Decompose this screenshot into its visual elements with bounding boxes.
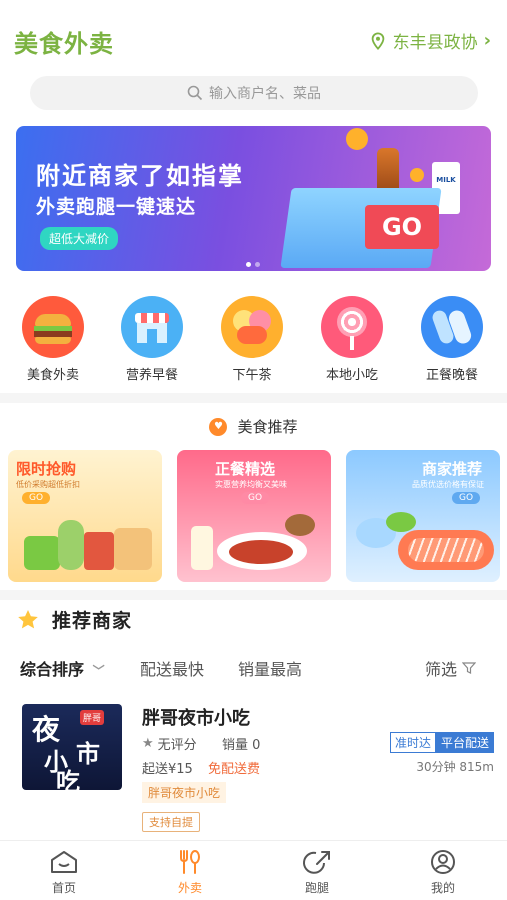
category-breakfast[interactable]: 营养早餐 [104, 296, 200, 383]
tab-label: 跑腿 [304, 881, 329, 895]
utensils-icon [180, 850, 200, 874]
card-flash-sale[interactable]: 限时抢购 低价采购超低折扣 GO [8, 450, 162, 582]
pagination-dot [246, 262, 251, 267]
banner-promo-badge: 超低大减价 [40, 227, 119, 250]
sort-option-top-sales[interactable]: 销量最高 [238, 656, 302, 680]
sort-option-fastest[interactable]: 配送最快 [140, 656, 204, 680]
pickup-badge: 支持自提 [142, 812, 200, 832]
recommended-merchants-heading: 推荐商家 [16, 606, 132, 633]
chevron-down-icon: ﹀ [92, 664, 105, 678]
shop-tag: 胖哥夜市小吃 [142, 782, 227, 803]
star-icon: ★ [142, 736, 154, 751]
card-subtitle: 低价采购超低折扣 [16, 480, 80, 489]
search-input[interactable]: 输入商户名、菜品 [30, 76, 478, 110]
coin-decoration [410, 168, 424, 182]
pagination-dot [255, 262, 260, 267]
chevron-right-icon: › [483, 30, 491, 51]
tab-label: 我的 [430, 881, 455, 895]
search-icon [187, 85, 203, 101]
card-title: 正餐精选 [215, 460, 276, 478]
banner-headline: 附近商家了如指掌 [36, 162, 244, 190]
merchant-card[interactable]: 夜 胖哥 市 小 吃 胖哥夜市小吃 ★ 无评分 销量 0 准时达 平台配送 起送… [22, 700, 494, 834]
card-subtitle: 品质优选价格有保证 [412, 480, 484, 489]
category-label: 营养早餐 [125, 368, 178, 383]
star-icon [18, 609, 38, 628]
card-go-button[interactable]: GO [452, 492, 481, 504]
tab-home[interactable]: 首页 [24, 849, 104, 896]
tab-label: 外卖 [177, 881, 202, 895]
vegetables-decoration [18, 512, 158, 572]
card-title: 限时抢购 [16, 460, 77, 478]
banner-subheadline: 外卖跑腿一键速达 [36, 196, 197, 218]
section-divider [0, 590, 507, 600]
section-divider [0, 393, 507, 403]
category-afternoon-tea[interactable]: 下午茶 [204, 296, 300, 383]
delivery-eta: 30分钟 815m [416, 760, 494, 774]
merchant-thumbnail: 夜 胖哥 市 小 吃 [22, 704, 122, 790]
lollipop-icon [321, 296, 383, 358]
seafood-decoration [187, 512, 327, 574]
on-time-tag: 准时达 [389, 732, 436, 753]
sort-option-overall[interactable]: 综合排序 ﹀ [20, 656, 105, 680]
banner-pagination [246, 262, 260, 267]
merchant-rating: ★ 无评分 [142, 734, 197, 753]
coin-decoration [346, 128, 368, 150]
category-local-snacks[interactable]: 本地小吃 [304, 296, 400, 383]
card-dinner-select[interactable]: 正餐精选 实惠营养均衡又美味 GO [177, 450, 331, 582]
delivery-tags: 准时达 平台配送 [389, 732, 494, 753]
thumb-char: 吃 [56, 768, 80, 790]
card-subtitle: 实惠营养均衡又美味 [215, 480, 287, 489]
profile-icon [431, 850, 455, 874]
recommend-cards: 限时抢购 低价采购超低折扣 GO 正餐精选 实惠营养均衡又美味 GO 商家推荐 … [8, 450, 502, 582]
filter-label: 筛选 [425, 660, 458, 679]
tab-takeout[interactable]: 外卖 [150, 849, 230, 896]
tab-profile[interactable]: 我的 [403, 849, 483, 896]
location-label: 东丰县政协 [392, 33, 478, 53]
sort-label: 综合排序 [20, 660, 85, 679]
tab-errand[interactable]: 跑腿 [277, 849, 357, 896]
category-label: 正餐晚餐 [425, 368, 478, 383]
food-recommend-title: 美食推荐 [237, 418, 298, 436]
category-label: 美食外卖 [26, 368, 79, 383]
shop-icon [121, 296, 183, 358]
merchant-name: 胖哥夜市小吃 [142, 708, 250, 729]
merchant-sales: 销量 0 [222, 738, 261, 753]
search-placeholder: 输入商户名、菜品 [209, 86, 321, 102]
card-go-button[interactable]: GO [22, 492, 51, 504]
sort-bar: 综合排序 ﹀ 配送最快 销量最高 筛选 [20, 656, 490, 680]
category-food-delivery[interactable]: 美食外卖 [5, 296, 101, 383]
promo-banner[interactable]: 附近商家了如指掌 外卖跑腿一键速达 超低大减价 MILK GO [16, 126, 491, 271]
heart-icon: ♥ [209, 417, 228, 436]
go-sign: GO [365, 205, 439, 249]
home-icon [51, 851, 77, 873]
rating-text: 无评分 [157, 738, 197, 753]
app-title: 美食外卖 [14, 30, 114, 58]
category-dinner[interactable]: 正餐晚餐 [404, 296, 500, 383]
category-label: 本地小吃 [325, 368, 378, 383]
filter-button[interactable]: 筛选 [425, 656, 477, 680]
platform-delivery-tag: 平台配送 [435, 732, 494, 753]
dinner-icon [421, 296, 483, 358]
merchants-title: 推荐商家 [52, 610, 133, 632]
filter-icon [462, 662, 477, 674]
macaron-icon [221, 296, 283, 358]
salmon-decoration [350, 506, 496, 576]
burger-icon [22, 296, 84, 358]
category-grid: 美食外卖 营养早餐 下午茶 本地小吃 正餐晚餐 [0, 296, 507, 386]
category-label: 下午茶 [232, 368, 272, 383]
location-pin-icon [371, 31, 384, 50]
location-selector[interactable]: 东丰县政协 › [369, 28, 491, 53]
food-recommend-heading: ♥ 美食推荐 [0, 416, 507, 437]
card-merchant-recommend[interactable]: 商家推荐 品质优选价格有保证 GO [346, 450, 500, 582]
thumb-badge: 胖哥 [80, 710, 105, 725]
header: 美食外卖 东丰县政协 › [0, 0, 507, 70]
errand-icon [303, 851, 330, 874]
milk-label: MILK [436, 176, 456, 184]
delivery-fee: 免配送费 [208, 762, 261, 777]
card-title: 商家推荐 [422, 460, 483, 478]
card-go-button[interactable]: GO [241, 492, 270, 504]
tab-label: 首页 [51, 881, 76, 895]
min-order: 起送¥15 [142, 762, 193, 777]
bottom-tab-bar: 首页 外卖 跑腿 我的 [0, 840, 507, 900]
